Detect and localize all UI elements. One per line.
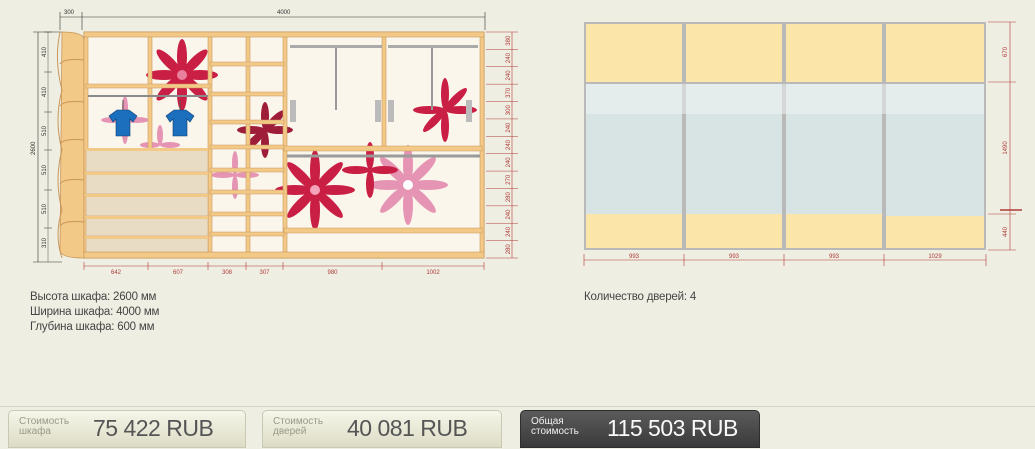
dimension-label: 280: [506, 191, 512, 202]
door-width-dimensions: 993 993 993 1029: [583, 254, 987, 266]
dimension-label: 370: [506, 87, 512, 98]
dimension-label: 240: [506, 226, 512, 237]
wardrobe-price-label: Стоимость шкафа: [19, 416, 70, 437]
wardrobe-price-panel: Стоимость шкафа 75 422 RUB: [8, 410, 246, 448]
side-corner-shelves: [56, 31, 85, 259]
dimension-label: 993: [829, 254, 840, 260]
door-2: [686, 24, 782, 248]
dimension-label: 670: [1003, 46, 1009, 57]
dimension-label: 1002: [426, 270, 440, 276]
dimension-label: 993: [629, 254, 640, 260]
doors-drawing[interactable]: 993 993 993 1029 670 1490 440: [570, 10, 1035, 280]
doors-count: Количество дверей: 4: [584, 291, 697, 303]
wardrobe-body: [83, 31, 485, 259]
wardrobe-depth: Глубина шкафа: 600 мм: [30, 321, 155, 333]
drawers: [85, 148, 209, 253]
height-dimension: 2600: [31, 31, 62, 263]
dimension-label: 607: [173, 270, 184, 276]
door-3: [786, 24, 882, 248]
wardrobe-price-value: 75 422 RUB: [93, 415, 214, 441]
dimension-label: 240: [506, 209, 512, 220]
left-shelf-dimensions: 410 410 510 510 510 310: [42, 31, 52, 248]
dimension-label: 980: [327, 270, 338, 276]
total-price-label: Общая стоимость: [531, 416, 579, 437]
dimension-label: 380: [506, 35, 512, 46]
dimension-label: 1029: [928, 254, 942, 260]
height-dim: 2600: [31, 141, 37, 155]
dimension-label: 410: [42, 46, 48, 57]
dimension-label: 440: [1003, 226, 1009, 237]
door-height-dimensions: 670 1490 440: [988, 21, 1022, 251]
top-dimension: 300 4000: [59, 10, 486, 30]
dimension-label: 510: [42, 164, 48, 175]
doors-frame: [584, 22, 986, 250]
dimension-label: 270: [506, 174, 512, 185]
dimension-label: 410: [42, 86, 48, 97]
dimension-label: 280: [506, 244, 512, 255]
dimension-label: 300: [506, 105, 512, 116]
dimension-label: 642: [111, 270, 122, 276]
top-dim-width: 4000: [277, 10, 291, 16]
door-4: [886, 24, 984, 248]
wardrobe-height: Высота шкафа: 2600 мм: [30, 291, 157, 303]
right-shelf-dimensions: 380 240 240 370 300 240 240 240 270 280 240 240 280: [486, 31, 518, 259]
dimension-label: 310: [42, 237, 48, 248]
dimension-label: 308: [222, 270, 233, 276]
dimension-label: 510: [42, 203, 48, 214]
doors-price-panel: Стоимость дверей 40 081 RUB: [262, 410, 502, 448]
dimension-label: 240: [506, 122, 512, 133]
doors-price-value: 40 081 RUB: [347, 415, 468, 441]
wardrobe-info: Высота шкафа: 2600 мм Ширина шкафа: 4000…: [30, 290, 159, 335]
dimension-label: 240: [506, 157, 512, 168]
dimension-label: 240: [506, 52, 512, 63]
total-price-panel: Общая стоимость 115 503 RUB: [520, 410, 760, 448]
dimension-label: 240: [506, 139, 512, 150]
wardrobe-width: Ширина шкафа: 4000 мм: [30, 306, 160, 318]
door-1: [586, 24, 682, 248]
wardrobe-interior-drawing[interactable]: 300 4000 2600 410 410 510 510 510 310 642 607…: [0, 0, 540, 280]
top-dim-side: 300: [64, 10, 75, 16]
dimension-label: 307: [259, 270, 270, 276]
doors-price-label: Стоимость дверей: [273, 416, 324, 437]
dimension-label: 510: [42, 125, 48, 136]
doors-info: Количество дверей: 4: [584, 290, 696, 305]
bottom-section-dimensions: 642 607 308 307 980 1002: [83, 262, 485, 276]
dimension-label: 1490: [1003, 141, 1009, 155]
dimension-label: 993: [729, 254, 740, 260]
dimension-label: 240: [506, 70, 512, 81]
total-price-value: 115 503 RUB: [607, 415, 738, 441]
